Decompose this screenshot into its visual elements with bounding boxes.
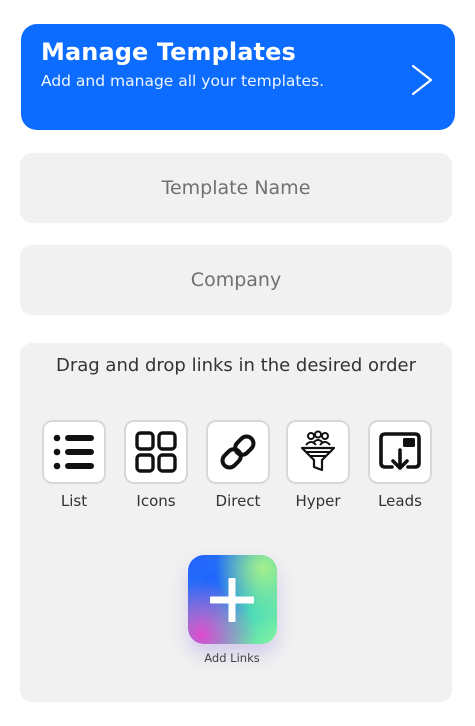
list-icon [53,434,94,470]
link-type-label: Icons [136,492,176,510]
link-type-tile[interactable] [206,420,270,484]
add-links-button[interactable]: Add Links [187,555,277,665]
link-type-label: Leads [378,492,422,510]
manage-templates-header[interactable]: Manage Templates Add and manage all your… [21,24,455,130]
chain-link-icon [220,434,256,470]
link-type-tile[interactable] [368,420,432,484]
add-links-tile[interactable] [187,555,277,644]
plus-icon [210,577,254,622]
link-type-tile[interactable] [124,420,188,484]
add-links-label: Add Links [204,651,260,665]
link-type-label: Direct [215,492,261,510]
funnel-people-icon [300,430,336,472]
link-type-list[interactable]: List [40,420,108,510]
screen-download-icon [379,432,421,470]
header-subtitle: Add and manage all your templates. [41,72,325,90]
grid-icon [135,431,177,473]
links-panel: Drag and drop links in the desired order… [20,343,452,702]
link-type-hyper[interactable]: Hyper [284,420,352,510]
link-type-label: List [60,492,88,510]
link-type-tile[interactable] [42,420,106,484]
links-instruction: Drag and drop links in the desired order [55,355,417,376]
link-type-icons[interactable]: Icons [122,420,190,510]
link-type-tile[interactable] [286,420,350,484]
company-field[interactable] [20,244,452,316]
chevron-right-icon[interactable] [409,63,435,97]
link-type-leads[interactable]: Leads [366,420,434,510]
link-type-label: Hyper [295,492,341,510]
header-title: Manage Templates [41,38,296,66]
link-type-direct[interactable]: Direct [204,420,272,510]
template-name-field[interactable] [20,152,452,224]
template-name-input[interactable] [20,152,452,224]
company-input[interactable] [20,244,452,316]
